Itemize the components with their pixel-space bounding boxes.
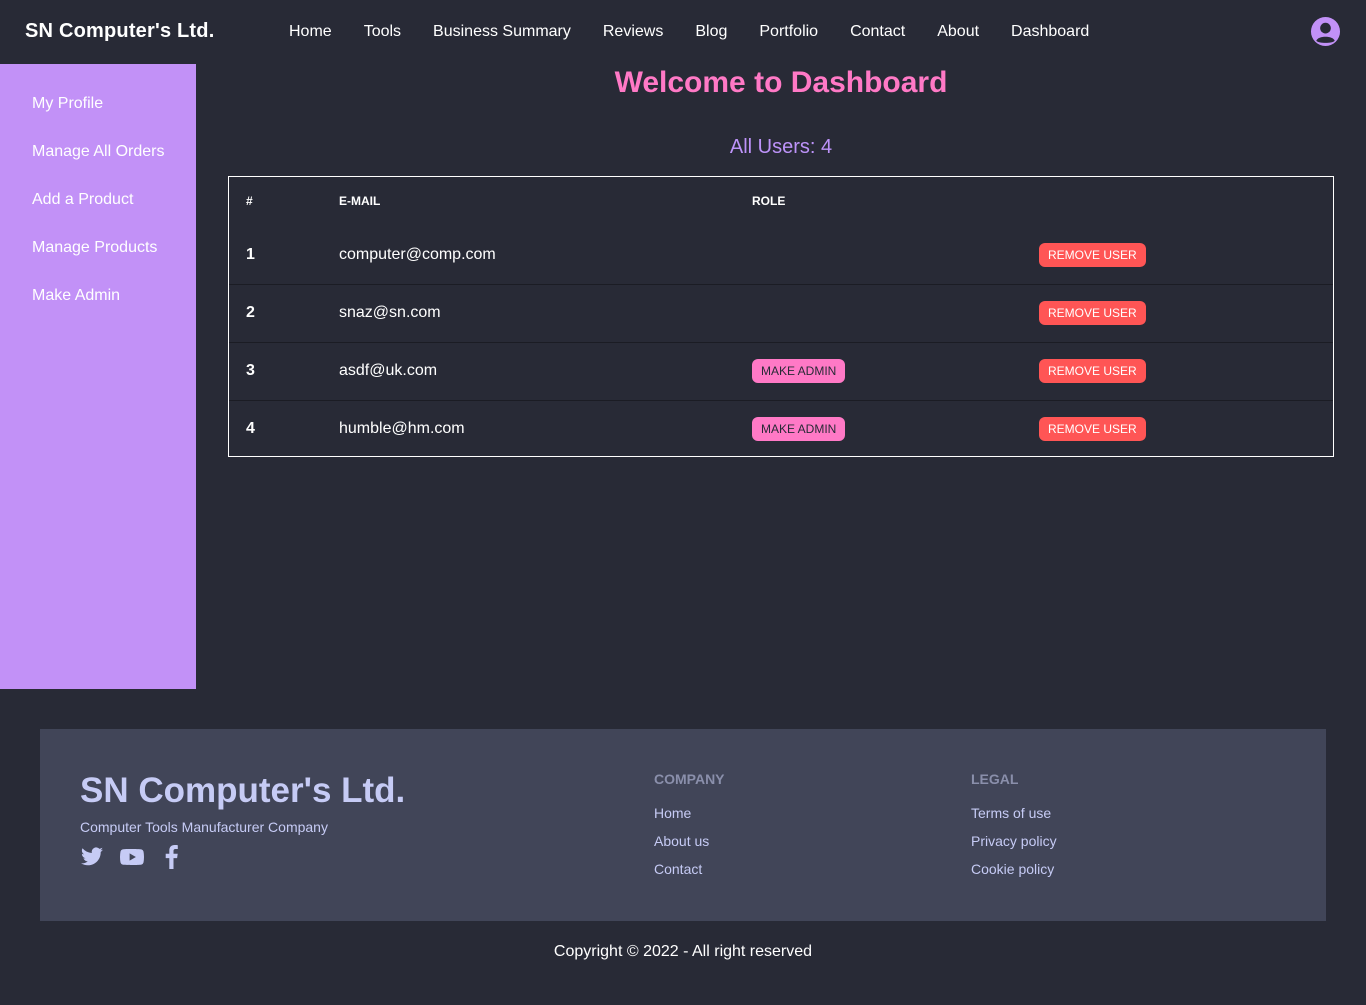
top-navbar: SN Computer's Ltd. Home Tools Business S… xyxy=(0,0,1366,64)
main-nav: Home Tools Business Summary Reviews Blog… xyxy=(273,0,1105,64)
nav-reviews[interactable]: Reviews xyxy=(587,0,679,64)
page-title: Welcome to Dashboard xyxy=(614,66,948,99)
nav-business-summary[interactable]: Business Summary xyxy=(417,0,587,64)
remove-user-button[interactable]: Remove User xyxy=(1039,301,1146,325)
facebook-icon[interactable] xyxy=(160,845,184,869)
row-number: 3 xyxy=(229,341,323,400)
nav-contact[interactable]: Contact xyxy=(834,0,921,64)
sidebar-item-manage-products[interactable]: Manage Products xyxy=(0,224,196,272)
row-actions: Remove User xyxy=(1039,283,1333,342)
site-footer: SN Computer's Ltd. Computer Tools Manufa… xyxy=(40,729,1326,921)
footer-company-column: Company Home About us Contact xyxy=(654,771,725,889)
dashboard-sidebar: My Profile Manage All Orders Add a Produ… xyxy=(0,64,196,689)
sidebar-item-my-profile[interactable]: My Profile xyxy=(0,80,196,128)
table-header-row: # E-mail Role xyxy=(229,177,1333,226)
row-number: 1 xyxy=(229,225,323,284)
footer-link-about-us[interactable]: About us xyxy=(654,833,725,861)
brand-logo[interactable]: SN Computer's Ltd. xyxy=(25,20,214,43)
table-row: 4 humble@hm.com Make Admin Remove User xyxy=(229,399,1333,458)
sidebar-item-add-product[interactable]: Add a Product xyxy=(0,176,196,224)
row-email: snaz@sn.com xyxy=(323,283,752,342)
footer-link-contact[interactable]: Contact xyxy=(654,861,725,889)
row-role: Make Admin xyxy=(752,399,1039,458)
remove-user-button[interactable]: Remove User xyxy=(1039,417,1146,442)
nav-dashboard[interactable]: Dashboard xyxy=(995,0,1105,64)
nav-portfolio[interactable]: Portfolio xyxy=(743,0,834,64)
row-role xyxy=(752,225,1039,284)
nav-about[interactable]: About xyxy=(921,0,995,64)
nav-tools[interactable]: Tools xyxy=(348,0,417,64)
row-number: 4 xyxy=(229,399,323,458)
row-email: humble@hm.com xyxy=(323,399,752,458)
users-count: All Users: 4 xyxy=(729,136,833,158)
footer-legal-column: Legal Terms of use Privacy policy Cookie… xyxy=(971,771,1057,889)
footer-link-home[interactable]: Home xyxy=(654,805,725,833)
remove-user-button[interactable]: Remove User xyxy=(1039,243,1146,267)
user-circle-icon[interactable] xyxy=(1310,16,1341,47)
nav-blog[interactable]: Blog xyxy=(679,0,743,64)
copyright-text: Copyright © 2022 - All right reserved xyxy=(553,943,813,960)
row-email: asdf@uk.com xyxy=(323,341,752,400)
row-email: computer@comp.com xyxy=(323,225,752,284)
footer-link-privacy[interactable]: Privacy policy xyxy=(971,833,1057,861)
table-row: 2 snaz@sn.com Remove User xyxy=(229,283,1333,342)
row-role: Make Admin xyxy=(752,341,1039,400)
sidebar-item-manage-all-orders[interactable]: Manage All Orders xyxy=(0,128,196,176)
table-row: 1 computer@comp.com Remove User xyxy=(229,225,1333,284)
footer-legal-title: Legal xyxy=(971,771,1019,787)
row-actions: Remove User xyxy=(1039,341,1333,400)
column-header-number: # xyxy=(246,194,253,209)
footer-link-cookie[interactable]: Cookie policy xyxy=(971,861,1057,889)
footer-brand: SN Computer's Ltd. xyxy=(80,771,406,810)
column-header-actions xyxy=(1039,177,1333,226)
social-links xyxy=(80,845,184,869)
row-actions: Remove User xyxy=(1039,399,1333,458)
footer-tagline: Computer Tools Manufacturer Company xyxy=(80,819,328,835)
footer-link-terms[interactable]: Terms of use xyxy=(971,805,1057,833)
sidebar-item-make-admin[interactable]: Make Admin xyxy=(0,272,196,320)
footer-company-title: Company xyxy=(654,771,725,787)
youtube-icon[interactable] xyxy=(120,845,144,869)
column-header-email: E-mail xyxy=(339,194,381,209)
users-table: # E-mail Role 1 computer@comp.com Remove… xyxy=(228,176,1334,458)
make-admin-button[interactable]: Make Admin xyxy=(752,417,846,442)
row-role xyxy=(752,283,1039,342)
nav-home[interactable]: Home xyxy=(273,0,348,64)
table-row: 3 asdf@uk.com Make Admin Remove User xyxy=(229,341,1333,400)
row-actions: Remove User xyxy=(1039,225,1333,284)
remove-user-button[interactable]: Remove User xyxy=(1039,359,1146,383)
twitter-icon[interactable] xyxy=(80,845,104,869)
row-number: 2 xyxy=(229,283,323,342)
column-header-role: Role xyxy=(752,194,786,209)
make-admin-button[interactable]: Make Admin xyxy=(752,359,846,383)
